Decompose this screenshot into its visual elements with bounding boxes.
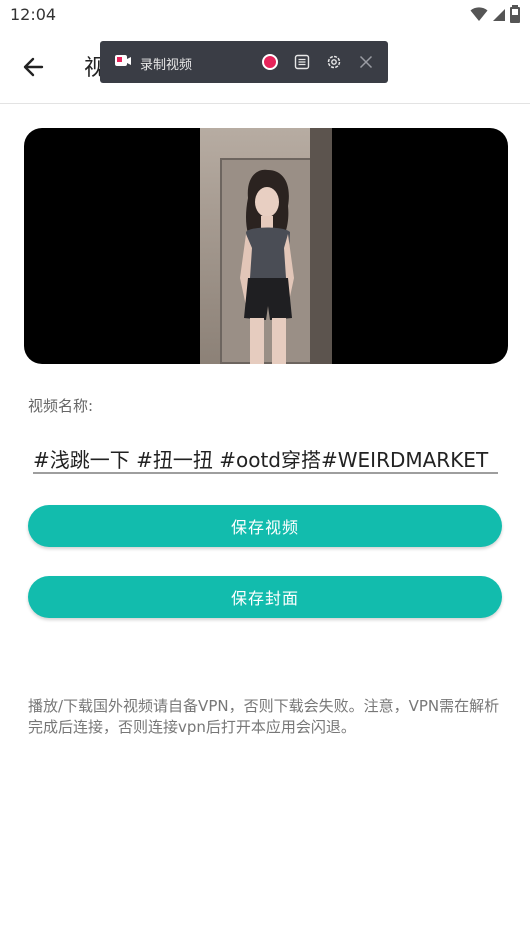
video-person-figure (240, 169, 294, 364)
vpn-notice: 播放/下载国外视频请自备VPN，否则下载会失败。注意，VPN需在解析完成后连接，… (28, 697, 500, 736)
status-time: 12:04 (10, 5, 57, 24)
record-button[interactable] (260, 52, 280, 72)
status-icons (470, 5, 520, 23)
status-bar: 12:04 (0, 0, 530, 30)
settings-button[interactable] (324, 52, 344, 72)
arrow-left-icon (23, 57, 44, 77)
signal-icon (493, 9, 505, 21)
wifi-icon (470, 7, 488, 21)
video-player[interactable] (24, 128, 508, 364)
close-icon (359, 55, 373, 69)
video-name-label: 视频名称: (28, 397, 94, 415)
recording-label: 录制视频 (140, 58, 193, 73)
screen: 12:04 视频详情 (0, 0, 530, 944)
battery-icon (510, 5, 520, 23)
video-name-input[interactable]: #浅跳一下 #扭一扭 #ootd穿搭#WEIRDMARKET (33, 440, 498, 474)
recording-overlay[interactable]: 录制视频 (100, 41, 388, 83)
save-video-button[interactable]: 保存视频 (28, 505, 502, 547)
close-overlay-button[interactable] (356, 52, 376, 72)
camera-icon (114, 53, 132, 73)
record-icon (262, 54, 278, 70)
back-button[interactable] (18, 52, 48, 82)
save-cover-button[interactable]: 保存封面 (28, 576, 502, 618)
gear-icon (327, 55, 341, 69)
list-icon (294, 54, 310, 70)
video-thumbnail (200, 128, 332, 364)
list-button[interactable] (292, 52, 312, 72)
